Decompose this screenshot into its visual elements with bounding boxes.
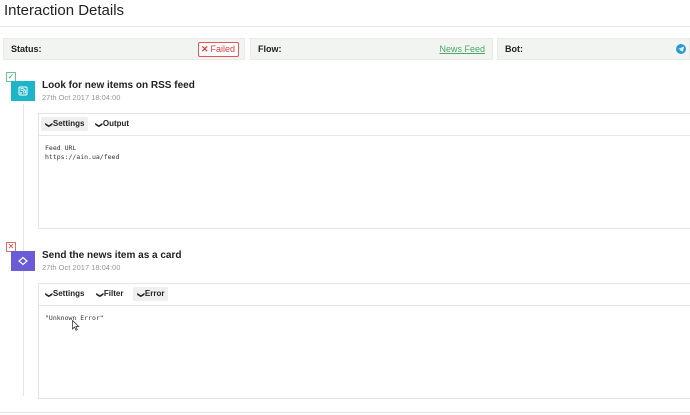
error-message: "Unknown Error": [45, 314, 104, 322]
tab-label: Output: [102, 119, 130, 128]
flow-link[interactable]: News Feed: [439, 44, 485, 54]
tab-label: Settings: [52, 119, 85, 128]
flow-cell: Flow: News Feed: [250, 38, 493, 60]
status-bar: Status: ✕ Failed Flow: News Feed Bot:: [0, 38, 690, 60]
chevron-down-icon: ❯: [44, 292, 52, 298]
step-title: Look for new items on RSS feed: [42, 80, 195, 91]
status-value: Failed: [210, 44, 235, 54]
panel-tabs: ❯Settings ❯Filter ❯Error: [39, 284, 690, 306]
tab-label: Error: [144, 289, 165, 298]
mouse-cursor-icon: [72, 318, 80, 336]
status-label: Status:: [11, 44, 42, 54]
tab-label: Settings: [52, 289, 85, 298]
tab-settings[interactable]: ❯Settings: [41, 117, 89, 131]
tab-output[interactable]: ❯Output: [91, 117, 133, 131]
timeline-line: [23, 104, 24, 396]
rss-icon: [11, 81, 35, 101]
tab-filter[interactable]: ❯Filter: [92, 287, 127, 301]
chevron-down-icon: ❯: [44, 122, 52, 128]
bot-cell: Bot:: [497, 38, 690, 60]
status-cell: Status: ✕ Failed: [3, 38, 245, 60]
panel-tabs: ❯Settings ❯Output: [39, 114, 690, 136]
chevron-down-icon: ❯: [94, 122, 102, 128]
failed-x-icon: ✕: [200, 44, 209, 54]
status-badge: ✕ Failed: [197, 42, 239, 57]
step-title: Send the news item as a card: [42, 250, 182, 261]
tab-settings[interactable]: ❯Settings: [41, 287, 88, 301]
tab-error[interactable]: ❯Error: [133, 287, 169, 301]
tab-label: Filter: [103, 289, 124, 298]
telegram-icon[interactable]: [676, 44, 686, 54]
bot-label: Bot:: [505, 44, 523, 54]
step-date: 27th Oct 2017 18:04:00: [42, 263, 121, 272]
settings-key: Feed URL: [45, 144, 77, 152]
chevron-down-icon: ❯: [136, 292, 144, 298]
header-divider: [0, 26, 690, 27]
chevron-down-icon: ❯: [95, 292, 103, 298]
settings-value: https://ain.ua/feed: [45, 153, 120, 161]
panel-body: Feed URL https://ain.ua/feed: [39, 136, 690, 170]
card-icon: [11, 251, 35, 271]
step-date: 27th Oct 2017 18:04:00: [42, 93, 121, 102]
step-panel-card: ❯Settings ❯Filter ❯Error "Unknown Error": [38, 283, 690, 399]
panel-body: "Unknown Error": [39, 306, 690, 331]
step-panel-rss: ❯Settings ❯Output Feed URL https://ain.u…: [38, 113, 690, 229]
flow-label: Flow:: [258, 44, 282, 54]
footer-divider: [0, 412, 690, 413]
page-title: Interaction Details: [4, 2, 125, 19]
